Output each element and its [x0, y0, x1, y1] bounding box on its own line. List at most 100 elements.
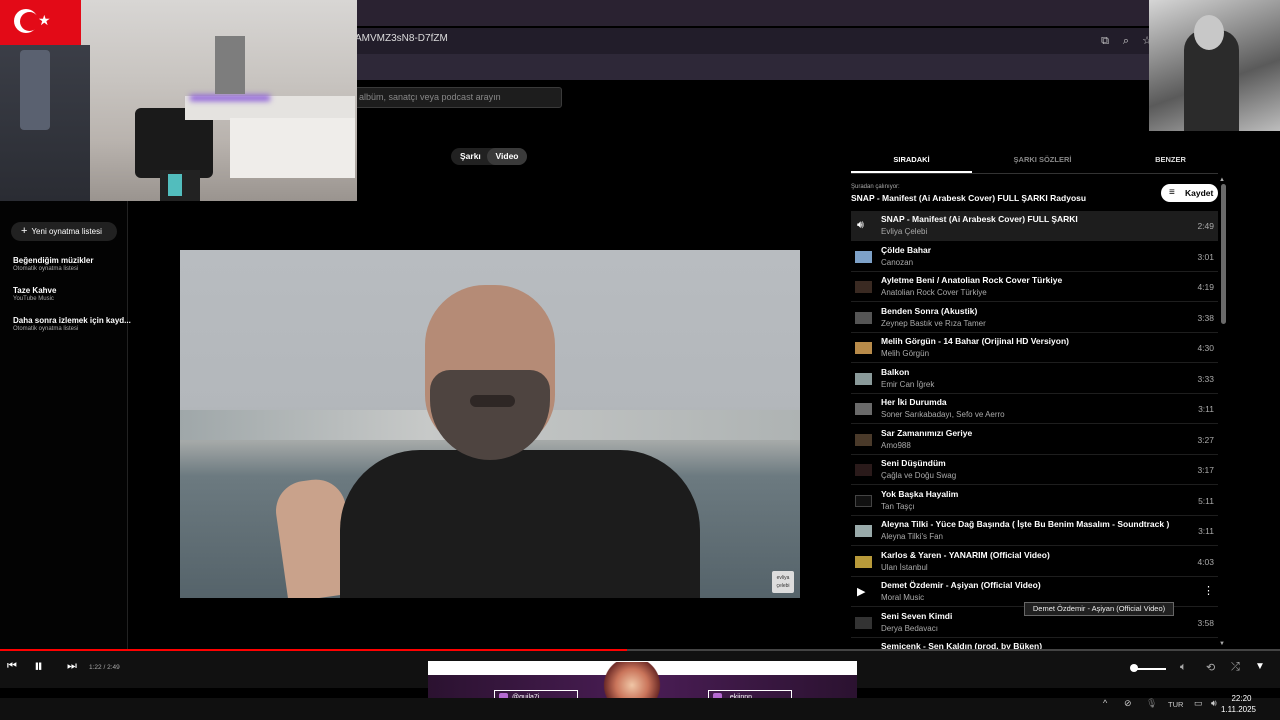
scroll-up-icon[interactable]: ▲: [1219, 177, 1225, 183]
queue-item-artist: Ulan İstanbul: [881, 563, 928, 572]
queue-item[interactable]: Benden Sonra (Akustik) Zeynep Bastık ve …: [851, 303, 1218, 333]
queue-item-playing[interactable]: 🔊︎ SNAP - Manifest (Ai Arabesk Cover) FU…: [851, 211, 1218, 241]
microphone-icon[interactable]: 🎙︎: [1146, 698, 1157, 709]
queue-item-artist: Çağla ve Doğu Swag: [881, 471, 957, 480]
playlist-add-icon: ≡: [1169, 187, 1175, 198]
toggle-song-button[interactable]: Şarkı: [455, 148, 486, 165]
queue-item-title: Seni Seven Kimdi: [881, 611, 953, 621]
queue-item-duration: 4:19: [1197, 282, 1214, 292]
queue-item[interactable]: Çölde Bahar Canozan 3:01: [851, 242, 1218, 272]
toggle-video-button[interactable]: Video: [487, 148, 527, 165]
queue-item-duration: 4:30: [1197, 343, 1214, 353]
search-input[interactable]: albüm, sanatçı veya podcast arayın: [352, 87, 562, 108]
queue-item[interactable]: Sar Zamanımızı Geriye Amo988 3:27: [851, 425, 1218, 455]
shuffle-icon[interactable]: ⤮: [1231, 661, 1240, 674]
sidebar-item-liked-music[interactable]: Beğendiğim müzikler: [13, 256, 93, 265]
queue-item-artist: Canozan: [881, 258, 914, 267]
playing-from-title: SNAP - Manifest (Ai Arabesk Cover) FULL …: [851, 193, 1087, 203]
turkish-flag-icon: ★: [0, 0, 81, 45]
queue-item[interactable]: Aleyna Tilki - Yüce Dağ Başında ( İşte B…: [851, 516, 1218, 546]
clock[interactable]: 22:20 1.11.2025: [1221, 693, 1256, 715]
volume-knob[interactable]: [1130, 664, 1138, 672]
queue-item[interactable]: Melih Görgün - 14 Bahar (Orijinal HD Ver…: [851, 333, 1218, 363]
pause-icon[interactable]: ⏸︎: [34, 656, 43, 677]
queue-item-title: Sar Zamanımızı Geriye: [881, 428, 973, 438]
speaker-icon: 🔊︎: [857, 219, 864, 231]
volume-icon[interactable]: 🔈︎: [1180, 661, 1187, 674]
thumbnail: [855, 403, 872, 415]
queue-item[interactable]: Semicenk - Sen Kaldın (prod. by Büken): [851, 638, 1218, 649]
scroll-down-icon[interactable]: ▼: [1219, 641, 1225, 647]
plus-icon: +: [21, 225, 28, 237]
queue-item-title: Semicenk - Sen Kaldın (prod. by Büken): [881, 641, 1043, 649]
url-text[interactable]: AMVMZ3sN8-D7fZM: [355, 33, 448, 44]
queue-item-title: Balkon: [881, 367, 910, 377]
display-icon[interactable]: ▭: [1194, 698, 1203, 709]
queue-item-title: Her İki Durumda: [881, 397, 947, 407]
queue-item-artist: Evliya Çelebi: [881, 227, 928, 236]
next-icon[interactable]: ⏭︎: [67, 660, 77, 673]
queue-item-artist: Derya Bedavacı: [881, 624, 938, 633]
expand-down-icon[interactable]: ▼: [1255, 661, 1265, 672]
queue-item-duration: 3:58: [1197, 618, 1214, 628]
queue-item-duration: 3:38: [1197, 313, 1214, 323]
queue-item[interactable]: Seni Düşündüm Çağla ve Doğu Swag 3:17: [851, 455, 1218, 485]
queue-item[interactable]: Her İki Durumda Soner Sarıkabadayı, Sefo…: [851, 394, 1218, 424]
sidebar-item-taze-kahve[interactable]: Taze Kahve: [13, 286, 56, 295]
repeat-icon[interactable]: ⟲: [1206, 661, 1215, 674]
thumbnail: [855, 495, 872, 507]
thumbnail: [855, 373, 872, 385]
queue-item-artist: Moral Music: [881, 593, 925, 602]
new-playlist-label: Yeni oynatma listesi: [31, 227, 102, 236]
install-app-icon[interactable]: ⧉: [1097, 33, 1113, 49]
thumbnail: [855, 464, 872, 476]
taskbar: [0, 698, 1280, 720]
new-playlist-button[interactable]: + Yeni oynatma listesi: [11, 222, 117, 241]
queue-item-title: Seni Düşündüm: [881, 458, 946, 468]
tab-related[interactable]: BENZER: [1110, 155, 1231, 164]
channel-watermark: evliya çelebi: [772, 571, 794, 593]
sidebar-item-subtitle: Otomatik oynatma listesi: [13, 326, 79, 332]
save-queue-button[interactable]: ≡ Kaydet: [1161, 184, 1218, 202]
thumbnail: [855, 312, 872, 324]
queue-item-title: Melih Görgün - 14 Bahar (Orijinal HD Ver…: [881, 336, 1069, 346]
queue-item-duration: 3:33: [1197, 374, 1214, 384]
thumbnail: [855, 342, 872, 354]
queue-item-artist: Anatolian Rock Cover Türkiye: [881, 288, 987, 297]
queue-item-duration: 3:11: [1198, 404, 1214, 414]
queue-item[interactable]: Balkon Emir Can İğrek 3:33: [851, 364, 1218, 394]
queue-item-duration: 3:11: [1198, 526, 1214, 536]
historical-photo-overlay: [1149, 0, 1280, 131]
sidebar-item-subtitle: Otomatik oynatma listesi: [13, 266, 79, 272]
queue-item[interactable]: Karlos & Yaren - YANARIM (Official Video…: [851, 547, 1218, 577]
queue-item-artist: Aleyna Tilki's Fan: [881, 532, 943, 541]
queue-item-duration: 5:11: [1198, 496, 1214, 506]
chevron-up-icon[interactable]: ^: [1103, 698, 1107, 708]
network-off-icon[interactable]: ⊘: [1124, 698, 1132, 709]
queue-item-title: Karlos & Yaren - YANARIM (Official Video…: [881, 550, 1050, 560]
thumbnail: [855, 434, 872, 446]
queue-item[interactable]: Ayletme Beni / Anatolian Rock Cover Türk…: [851, 272, 1218, 302]
previous-icon[interactable]: ⏮︎: [7, 660, 17, 673]
more-options-icon[interactable]: ⋮: [1203, 584, 1214, 597]
queue-item-title: Aleyna Tilki - Yüce Dağ Başında ( İşte B…: [881, 519, 1170, 529]
language-indicator[interactable]: TUR: [1168, 700, 1183, 709]
zoom-icon[interactable]: ⌕: [1118, 33, 1134, 49]
time-display: 1:22 / 2:49: [89, 664, 120, 671]
queue-item[interactable]: Yok Başka Hayalim Tan Taşçı 5:11: [851, 486, 1218, 516]
thumbnail: [855, 281, 872, 293]
queue-item-title: SNAP - Manifest (Ai Arabesk Cover) FULL …: [881, 214, 1078, 224]
sidebar-item-watch-later[interactable]: Daha sonra izlemek için kayd...: [13, 316, 131, 325]
queue-scrollbar[interactable]: [1221, 184, 1226, 324]
queue-item-title: Ayletme Beni / Anatolian Rock Cover Türk…: [881, 275, 1063, 285]
video-player[interactable]: [180, 250, 800, 598]
clock-date: 1.11.2025: [1221, 705, 1256, 714]
tab-divider: [851, 173, 1218, 174]
tab-up-next[interactable]: SIRADAKİ: [851, 155, 972, 164]
tab-lyrics[interactable]: ŞARKI SÖZLERİ: [982, 155, 1103, 164]
speaker-tray-icon[interactable]: 🔊︎: [1211, 698, 1217, 709]
queue-item-artist: Zeynep Bastık ve Rıza Tamer: [881, 319, 986, 328]
play-icon[interactable]: ▶: [857, 585, 865, 598]
clock-time: 22:20: [1231, 694, 1252, 703]
queue-item-duration: 3:17: [1197, 465, 1214, 475]
